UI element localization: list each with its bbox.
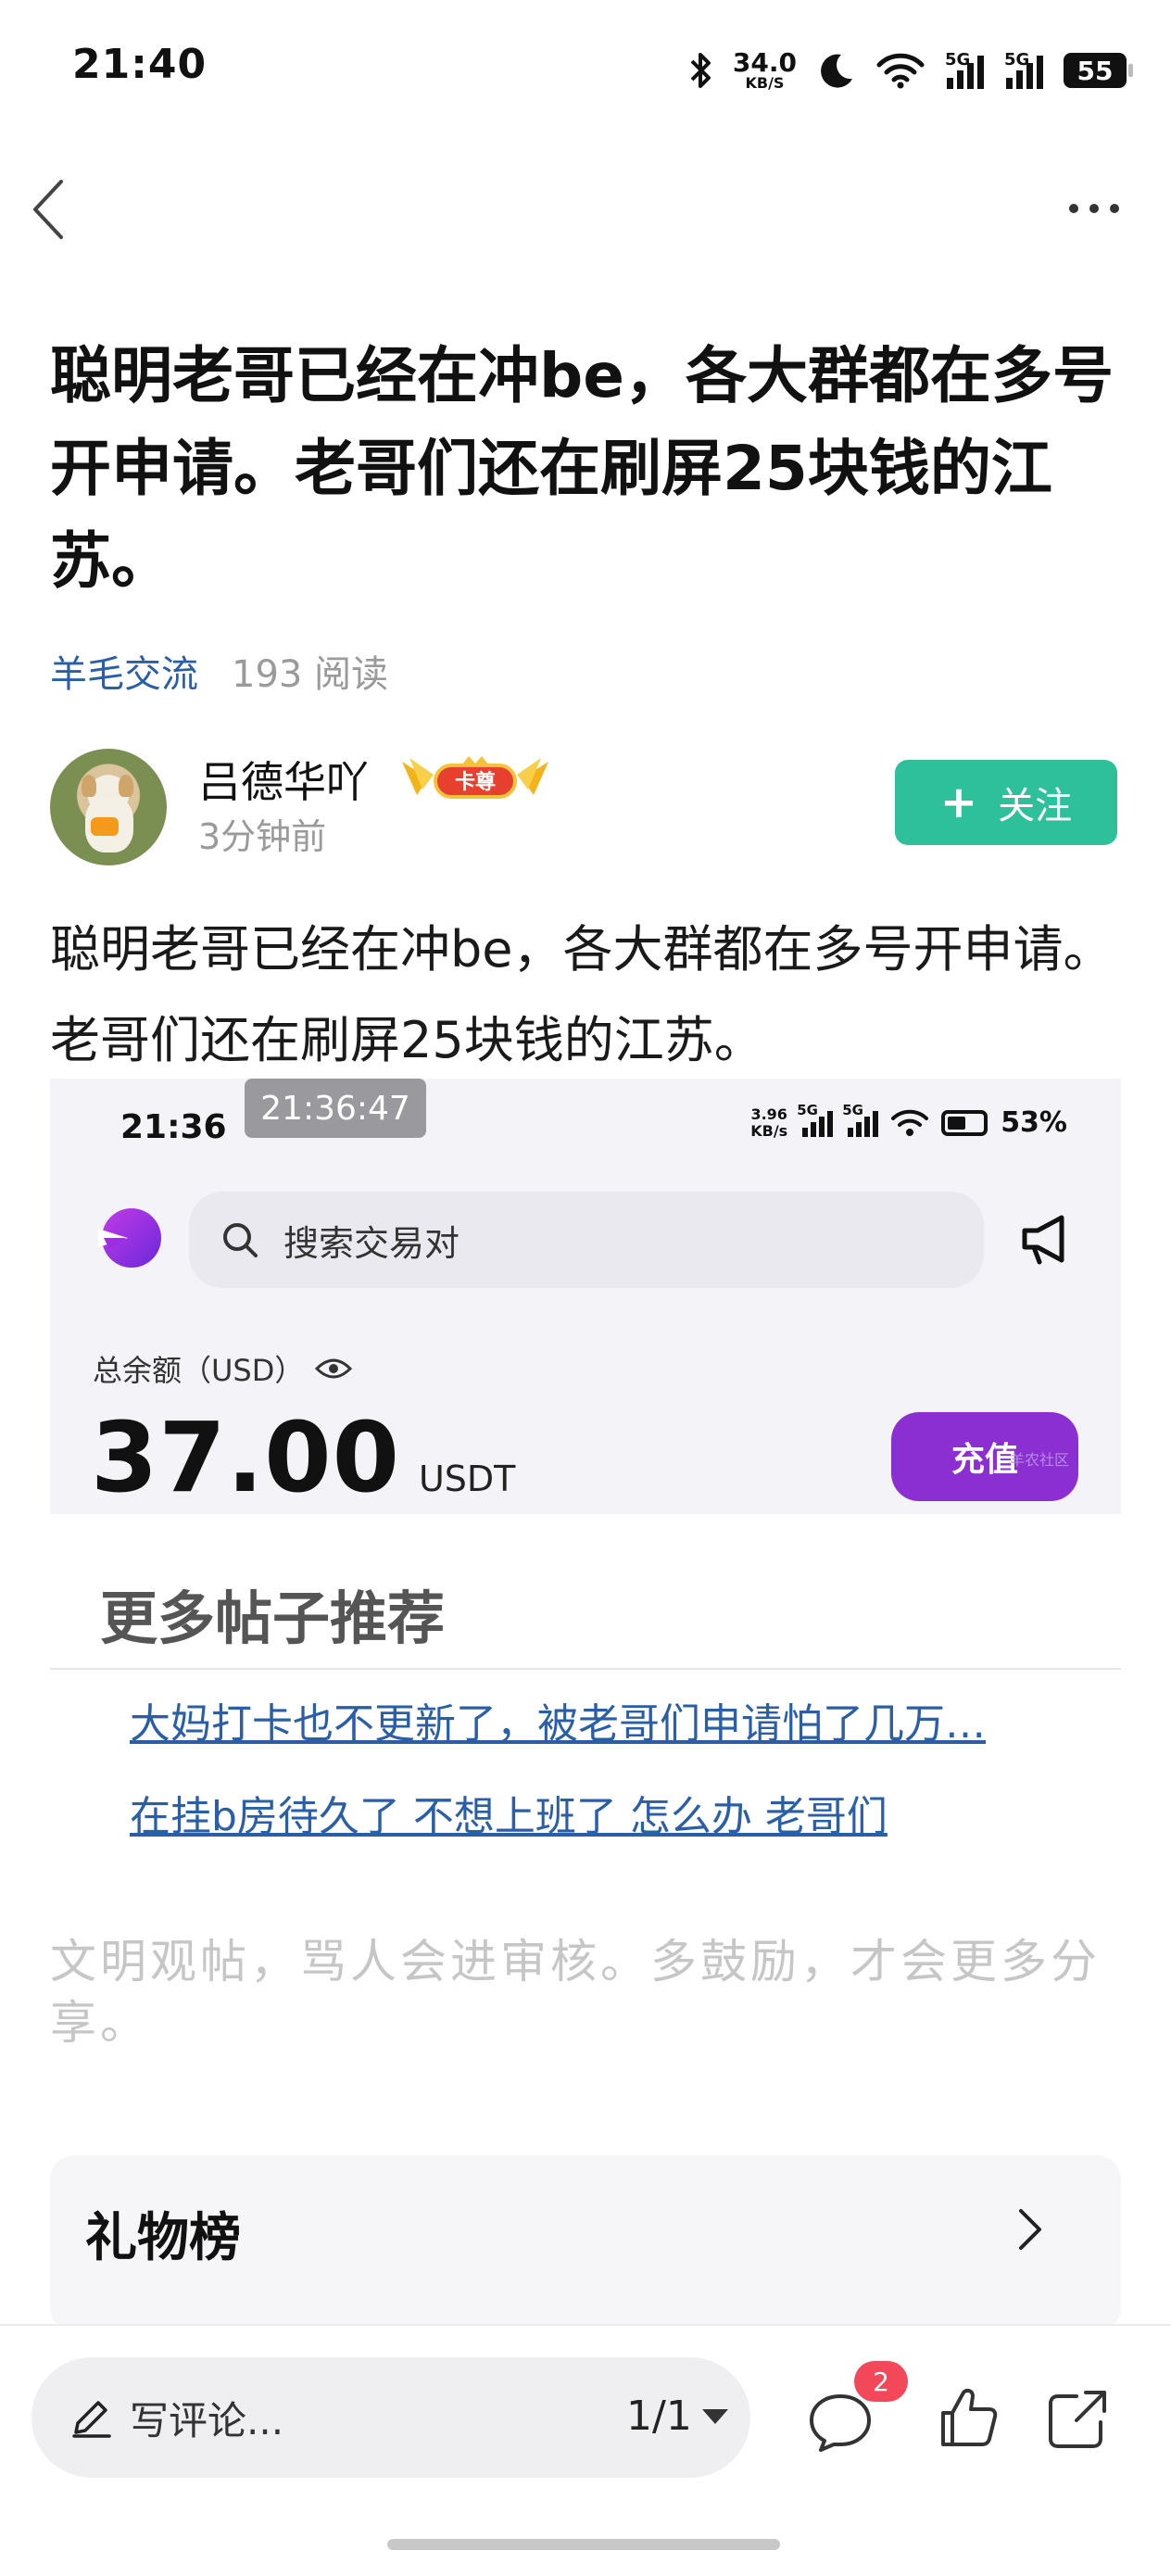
post-image[interactable]: 21:36 21:36:47 3.96KB/s 5G 5G 53% 搜索交易对: [50, 1079, 1121, 1514]
author-name[interactable]: 吕德华吖: [198, 749, 369, 810]
app-logo-icon: [98, 1208, 161, 1268]
embedded-clock-overlay: 21:36:47: [245, 1079, 426, 1138]
post-meta: 羊毛交流 193 阅读: [50, 644, 388, 698]
post-title: 聪明老哥已经在冲be，各大群都在多号开申请。老哥们还在刷屏25块钱的江苏。: [50, 340, 1114, 597]
read-count: 193 阅读: [232, 653, 389, 696]
vip-badge: 卡尊: [397, 752, 554, 804]
watermark: 羊农社区: [1010, 1451, 1070, 1469]
more-posts-title: 更多帖子推荐: [100, 1585, 446, 1652]
bluetooth-icon: [690, 53, 711, 88]
like-icon[interactable]: [938, 2385, 999, 2450]
balance-label: 总余额（USD）: [93, 1347, 353, 1390]
comment-count-badge: 2: [854, 2361, 908, 2402]
post-body: 聪明老哥已经在冲be，各大群都在多号开申请。老哥们还在刷屏25块钱的江苏。: [50, 920, 1114, 1069]
gift-board-title: 礼物榜: [85, 2208, 241, 2268]
embedded-status-time: 21:36: [120, 1108, 227, 1146]
share-icon[interactable]: [1045, 2387, 1110, 2450]
megaphone-icon: [1022, 1215, 1064, 1265]
more-post-link[interactable]: 在挂b房待久了 不想上班了 怎么办 老哥们: [130, 1783, 1075, 1842]
wifi-icon: [876, 53, 925, 89]
home-indicator[interactable]: [387, 2539, 780, 2550]
follow-label: 关注: [998, 785, 1073, 827]
embedded-status-icons: 3.96 KB/s 5G 5G 53%: [750, 1101, 1067, 1140]
moon-icon: [821, 54, 852, 88]
plus-icon: +: [939, 777, 978, 828]
eye-icon: [315, 1358, 353, 1379]
more-button[interactable]: [1062, 185, 1127, 232]
more-icon: [1069, 204, 1078, 213]
embedded-search-field: 搜索交易对: [189, 1192, 984, 1288]
page-indicator[interactable]: 1/1: [626, 2393, 692, 2440]
status-time: 21:40: [72, 41, 208, 88]
post-time: 3分钟前: [198, 816, 327, 857]
net-speed: 34.0 KB/S: [732, 47, 797, 92]
balance-amount: 37.00 USDT: [91, 1401, 516, 1514]
post-tag[interactable]: 羊毛交流: [50, 644, 198, 698]
embedded-wifi-icon: [891, 1109, 929, 1136]
comment-placeholder: 写评论...: [130, 2397, 284, 2443]
chevron-right-icon[interactable]: [1012, 2203, 1049, 2255]
signal-1-icon: 5G: [945, 50, 984, 89]
signal-2-icon: 5G: [1004, 50, 1043, 89]
more-post-link[interactable]: 大妈打卡也不更新了，被老哥们申请怕了几万…: [130, 1690, 1075, 1749]
avatar[interactable]: [50, 749, 167, 865]
search-icon: [223, 1223, 258, 1257]
embedded-battery-icon: [941, 1109, 988, 1136]
civility-notice: 文明观帖，骂人会进审核。多鼓励，才会更多分享。: [50, 1935, 1101, 2050]
status-icons: 34.0 KB/S 5G 5G 55: [688, 43, 1133, 98]
svg-text:卡尊: 卡尊: [455, 770, 496, 794]
pencil-icon: [72, 2401, 111, 2438]
battery-icon: 55: [1064, 53, 1133, 88]
follow-button[interactable]: + 关注: [895, 760, 1117, 845]
caret-down-icon[interactable]: [700, 2406, 730, 2428]
divider: [50, 1668, 1121, 1670]
back-button[interactable]: [28, 172, 74, 246]
back-icon: [33, 180, 63, 239]
